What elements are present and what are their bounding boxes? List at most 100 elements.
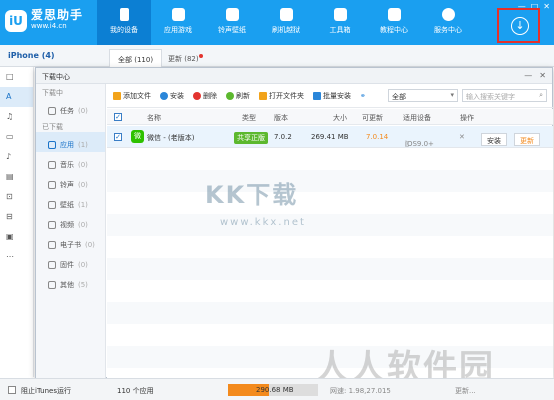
section-downloaded: 已下载	[42, 123, 63, 131]
block-itunes-label: 阻止iTunes运行	[21, 387, 71, 395]
row-checkbox[interactable]: ✓	[114, 133, 122, 141]
apps-icon	[171, 8, 185, 21]
column-device[interactable]: 适用设备	[403, 113, 431, 123]
folder-open-icon	[259, 91, 267, 100]
app-url: www.i4.cn	[31, 22, 67, 30]
close-button[interactable]: ✕	[539, 71, 546, 80]
install-button[interactable]: 安装	[160, 91, 184, 101]
block-itunes-checkbox[interactable]	[8, 386, 16, 394]
app-version: 7.0.2	[274, 133, 292, 141]
category-count: (0)	[78, 107, 88, 115]
filter-select[interactable]: 全部 ▾	[388, 89, 458, 102]
tab-updates-label: 更新 (82)	[168, 55, 199, 63]
section-downloading: 下载中	[42, 89, 63, 97]
sidebar-item[interactable]: ⋯	[0, 247, 33, 267]
grid-icon	[48, 281, 56, 289]
tab-all[interactable]: 全部 (110)	[109, 49, 163, 67]
app-count: 110 个应用	[117, 387, 154, 395]
nav-label: 工具箱	[329, 26, 351, 34]
refresh-button[interactable]: 刷新	[226, 91, 250, 101]
toolbox-icon	[333, 8, 347, 21]
sidebar-item[interactable]: ▭	[0, 127, 33, 147]
row-update-button[interactable]: 更新	[514, 133, 540, 146]
column-type[interactable]: 类型	[242, 113, 256, 123]
category-label: 固件	[60, 261, 74, 269]
top-navigation-bar: iU 爱思助手 www.i4.cn 我的设备 应用游戏 铃声壁纸 刷机越狱 工具…	[0, 0, 554, 45]
batch-install-button[interactable]: 批量安装	[313, 91, 351, 101]
nav-flash-jailbreak[interactable]: 刷机越狱	[259, 0, 313, 45]
nav-service-center[interactable]: 服务中心	[421, 0, 475, 45]
category-label: 电子书	[60, 241, 81, 249]
category-ringtones[interactable]: 铃声 (0)	[36, 172, 105, 192]
remove-icon[interactable]: ✕	[459, 133, 465, 141]
minimize-button[interactable]: —	[524, 71, 532, 80]
shield-icon	[279, 8, 293, 21]
device-compat-text: iOS9.0+	[405, 140, 434, 148]
category-other[interactable]: 其他 (5)	[36, 272, 105, 292]
install-label: 安装	[170, 91, 184, 100]
open-folder-button[interactable]: 打开文件夹	[259, 91, 304, 101]
open-folder-label: 打开文件夹	[269, 91, 304, 100]
sidebar-item[interactable]: ▤	[0, 167, 33, 187]
graduation-icon	[387, 8, 401, 21]
row-install-button[interactable]: 安装	[481, 133, 507, 146]
category-music[interactable]: 音乐 (0)	[36, 152, 105, 172]
table-row[interactable]: ✓ 微 微信 - (老版本) 共享正版 7.0.2 269.41 MB 7.0.…	[107, 126, 553, 148]
category-count: (0)	[85, 241, 95, 249]
category-apps[interactable]: 应用 (1)	[36, 132, 105, 152]
column-size[interactable]: 大小	[333, 113, 347, 123]
logo-icon: iU	[5, 10, 27, 32]
column-updatable[interactable]: 可更新	[362, 113, 383, 123]
app-logo: iU 爱思助手 www.i4.cn	[5, 9, 83, 32]
network-info: 网速: 1.98,27.015	[330, 387, 391, 395]
category-count: (0)	[78, 161, 88, 169]
watermark-url: www.kkx.net	[220, 217, 306, 228]
search-input[interactable]: 输入搜索关键字 ⌕	[462, 89, 547, 102]
sidebar-item[interactable]: ♫	[0, 107, 33, 127]
category-label: 其他	[60, 281, 74, 289]
notification-dot	[198, 54, 203, 58]
category-firmware[interactable]: 固件 (0)	[36, 252, 105, 272]
nav-my-device[interactable]: 我的设备	[97, 0, 151, 45]
category-videos[interactable]: 视频 (0)	[36, 212, 105, 232]
category-count: (5)	[78, 281, 88, 289]
nav-apps-games[interactable]: 应用游戏	[151, 0, 205, 45]
tab-updates[interactable]: 更新 (82)	[160, 49, 211, 67]
device-name[interactable]: iPhone (4)	[8, 51, 55, 60]
folder-icon	[113, 91, 121, 100]
add-file-button[interactable]: 添加文件	[113, 91, 151, 101]
column-name[interactable]: 名称	[147, 113, 161, 123]
nav-tutorials[interactable]: 教程中心	[367, 0, 421, 45]
column-version[interactable]: 版本	[274, 113, 288, 123]
nav-ringtones-wallpapers[interactable]: 铃声壁纸	[205, 0, 259, 45]
install-icon	[160, 91, 168, 100]
category-tasks[interactable]: 任务 (0)	[36, 98, 105, 118]
download-icon: ↓	[511, 17, 529, 35]
sidebar-item[interactable]: □	[0, 67, 33, 87]
download-center-title: 下载中心	[42, 73, 70, 81]
nav-label: 应用游戏	[164, 26, 192, 34]
column-actions: 操作	[460, 114, 474, 122]
category-label: 铃声	[60, 181, 74, 189]
sidebar-item[interactable]: ⊡	[0, 187, 33, 207]
category-ebooks[interactable]: 电子书 (0)	[36, 232, 105, 252]
select-all-checkbox[interactable]: ✓	[114, 113, 122, 121]
batch-install-label: 批量安装	[323, 91, 351, 100]
sidebar-item-apps[interactable]: A	[0, 87, 33, 107]
category-count: (0)	[78, 261, 88, 269]
delete-label: 删除	[203, 91, 217, 100]
close-button[interactable]: ✕	[543, 2, 550, 11]
category-label: 壁纸	[60, 201, 74, 209]
delete-button[interactable]: 删除	[193, 91, 217, 101]
storage-size: 290.68 MB	[256, 386, 294, 394]
sidebar-item[interactable]: ▣	[0, 227, 33, 247]
sidebar-item[interactable]: ♪	[0, 147, 33, 167]
ebook-icon	[48, 241, 56, 249]
nav-label: 教程中心	[380, 26, 408, 34]
download-center-button[interactable]: ↓	[497, 8, 540, 43]
sidebar-item[interactable]: ⊟	[0, 207, 33, 227]
nav-label: 铃声壁纸	[218, 26, 246, 34]
link-icon[interactable]: ⚭	[360, 92, 366, 100]
category-wallpapers[interactable]: 壁纸 (1)	[36, 192, 105, 212]
nav-toolbox[interactable]: 工具箱	[313, 0, 367, 45]
